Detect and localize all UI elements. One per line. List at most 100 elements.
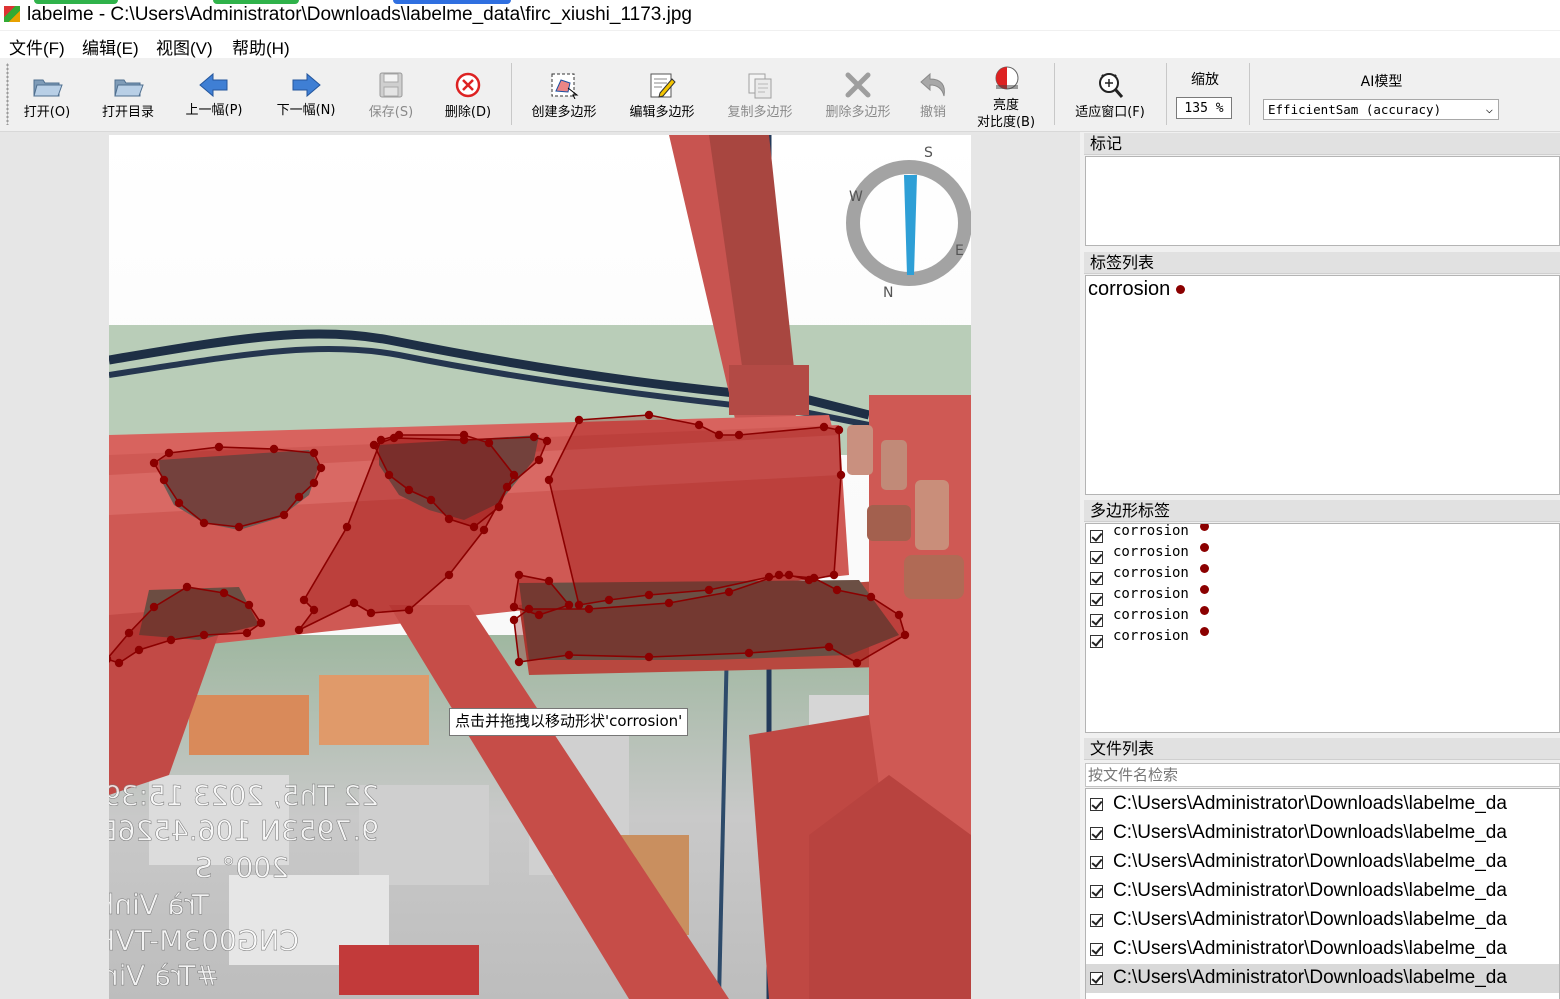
- open-button[interactable]: 打开(O): [14, 65, 80, 125]
- polygon-vertex-handle[interactable]: [114, 658, 124, 668]
- visibility-checkbox[interactable]: [1090, 530, 1103, 543]
- polygon-vertex-handle[interactable]: [714, 430, 724, 440]
- polygon-vertex-handle[interactable]: [149, 602, 159, 612]
- polygon-vertex-handle[interactable]: [744, 648, 754, 658]
- file-list[interactable]: C:\Users\Administrator\Downloads\labelme…: [1085, 788, 1560, 999]
- polygon-vertex-handle[interactable]: [484, 438, 494, 448]
- polygon-vertex-handle[interactable]: [534, 610, 544, 620]
- menu-file[interactable]: 文件(F): [9, 34, 65, 59]
- polygon-vertex-handle[interactable]: [574, 600, 584, 610]
- file-list-item[interactable]: C:\Users\Administrator\Downloads\labelme…: [1090, 906, 1559, 935]
- polygon-vertex-handle[interactable]: [900, 630, 910, 640]
- polygon-vertex-handle[interactable]: [544, 475, 554, 485]
- polygon-vertex-handle[interactable]: [234, 522, 244, 532]
- polygon-vertex-handle[interactable]: [834, 425, 844, 435]
- file-checkbox[interactable]: [1090, 827, 1103, 840]
- polygon-vertex-handle[interactable]: [166, 635, 176, 645]
- polygon-vertex-handle[interactable]: [366, 608, 376, 618]
- file-checkbox[interactable]: [1090, 885, 1103, 898]
- file-list-item[interactable]: C:\Users\Administrator\Downloads\labelme…: [1090, 877, 1559, 906]
- polygon-vertex-handle[interactable]: [704, 585, 714, 595]
- file-list-item-selected[interactable]: C:\Users\Administrator\Downloads\labelme…: [1086, 964, 1559, 993]
- file-list-item[interactable]: C:\Users\Administrator\Downloads\labelme…: [1090, 848, 1559, 877]
- polygon-vertex-handle[interactable]: [894, 610, 904, 620]
- polygon-vertex-handle[interactable]: [244, 600, 254, 610]
- polygon-vertex-handle[interactable]: [764, 572, 774, 582]
- flags-list[interactable]: [1085, 156, 1560, 246]
- polygon-vertex-handle[interactable]: [159, 475, 169, 485]
- polygon-vertex-handle[interactable]: [514, 657, 524, 667]
- polygon-vertex-handle[interactable]: [426, 495, 436, 505]
- menu-view[interactable]: 视图(V): [156, 34, 213, 59]
- polygon-vertex-handle[interactable]: [294, 625, 304, 635]
- file-search-input[interactable]: 按文件名检索: [1085, 763, 1560, 787]
- polygon-vertex-handle[interactable]: [316, 463, 326, 473]
- file-list-item[interactable]: C:\Users\Administrator\Downloads\labelme…: [1090, 935, 1559, 964]
- polygon-vertex-handle[interactable]: [836, 470, 846, 480]
- polygon-vertex-handle[interactable]: [469, 522, 479, 532]
- polygon-vertex-handle[interactable]: [269, 444, 279, 454]
- visibility-checkbox[interactable]: [1090, 572, 1103, 585]
- menu-edit[interactable]: 编辑(E): [82, 34, 139, 59]
- polygon-vertex-handle[interactable]: [774, 570, 784, 580]
- polygon-vertex-handle[interactable]: [852, 658, 862, 668]
- polygon-vertex-handle[interactable]: [349, 598, 359, 608]
- polygon-vertex-handle[interactable]: [149, 458, 159, 468]
- polygon-vertex-handle[interactable]: [502, 482, 512, 492]
- delete-file-button[interactable]: 删除(D): [436, 65, 500, 125]
- polygon-vertex-handle[interactable]: [644, 652, 654, 662]
- polygon-vertex-handle[interactable]: [309, 605, 319, 615]
- canvas-area[interactable]: S W E N 22 Th5, 2023 15:39:17 9.7953N 10…: [0, 132, 1080, 999]
- visibility-checkbox[interactable]: [1090, 593, 1103, 606]
- polygon-vertex-handle[interactable]: [824, 642, 834, 652]
- label-list[interactable]: corrosion: [1085, 275, 1560, 495]
- polygon-vertex-handle[interactable]: [444, 514, 454, 524]
- file-checkbox[interactable]: [1090, 943, 1103, 956]
- polygon-vertex-handle[interactable]: [494, 502, 504, 512]
- edit-polygon-button[interactable]: 编辑多边形: [618, 65, 706, 125]
- polygon-vertex-handle[interactable]: [514, 570, 524, 580]
- file-checkbox[interactable]: [1090, 856, 1103, 869]
- annotated-photo[interactable]: S W E N 22 Th5, 2023 15:39:17 9.7953N 10…: [109, 135, 971, 999]
- polygon-vertex-handle[interactable]: [694, 420, 704, 430]
- polygon-vertex-handle[interactable]: [866, 592, 876, 602]
- delete-polygon-button[interactable]: 删除多边形: [814, 65, 902, 125]
- polygon-vertex-handle[interactable]: [534, 455, 544, 465]
- polygon-vertex-handle[interactable]: [199, 518, 209, 528]
- polygon-vertex-handle[interactable]: [279, 510, 289, 520]
- polygon-vertex-handle[interactable]: [829, 570, 839, 580]
- polygon-vertex-handle[interactable]: [342, 522, 352, 532]
- next-image-button[interactable]: 下一幅(N): [268, 65, 344, 125]
- polygon-vertex-handle[interactable]: [394, 430, 404, 440]
- undo-button[interactable]: 撤销: [906, 65, 960, 125]
- polygon-vertex-handle[interactable]: [524, 604, 534, 614]
- polygon-vertex-handle[interactable]: [544, 576, 554, 586]
- file-checkbox[interactable]: [1090, 972, 1103, 985]
- polygon-vertex-handle[interactable]: [124, 628, 134, 638]
- polygon-vertex-handle[interactable]: [242, 628, 252, 638]
- polygon-corrosion-7[interactable]: [548, 414, 842, 606]
- file-list-item[interactable]: C:\Users\Administrator\Downloads\labelme…: [1090, 819, 1559, 848]
- fit-window-button[interactable]: 适应窗口(F): [1062, 65, 1158, 125]
- polygon-vertex-handle[interactable]: [309, 478, 319, 488]
- brightness-contrast-button[interactable]: 亮度 对比度(B): [966, 65, 1046, 131]
- toolbar-grip[interactable]: [6, 63, 9, 125]
- polygon-vertex-handle[interactable]: [479, 525, 489, 535]
- polygon-vertex-handle[interactable]: [734, 430, 744, 440]
- polygon-vertex-handle[interactable]: [134, 645, 144, 655]
- polygon-vertex-handle[interactable]: [819, 422, 829, 432]
- visibility-checkbox[interactable]: [1090, 614, 1103, 627]
- polygon-vertex-handle[interactable]: [574, 415, 584, 425]
- polygon-vertex-handle[interactable]: [369, 440, 379, 450]
- polygon-vertex-handle[interactable]: [219, 588, 229, 598]
- polygon-vertex-handle[interactable]: [509, 470, 519, 480]
- polygon-vertex-handle[interactable]: [214, 442, 224, 452]
- create-polygon-button[interactable]: 创建多边形: [520, 65, 608, 125]
- polygon-vertex-handle[interactable]: [724, 587, 734, 597]
- visibility-checkbox[interactable]: [1090, 635, 1103, 648]
- image-canvas[interactable]: S W E N 22 Th5, 2023 15:39:17 9.7953N 10…: [109, 135, 971, 999]
- polygon-vertex-handle[interactable]: [832, 585, 842, 595]
- polygon-vertex-handle[interactable]: [784, 570, 794, 580]
- polygon-vertex-handle[interactable]: [164, 448, 174, 458]
- polygon-vertex-handle[interactable]: [404, 485, 414, 495]
